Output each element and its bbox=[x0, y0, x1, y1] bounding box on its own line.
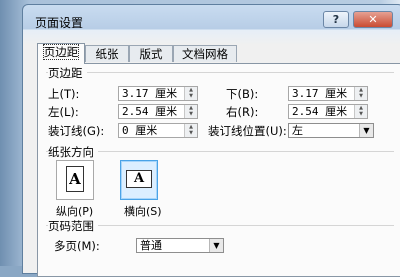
landscape-option[interactable]: A bbox=[120, 160, 158, 200]
left-margin-spinner[interactable]: 2.54 厘米 ▲ ▼ bbox=[118, 104, 198, 119]
gutter-spinner[interactable]: 0 厘米 ▲ ▼ bbox=[118, 123, 198, 138]
spin-down-icon[interactable]: ▼ bbox=[355, 111, 367, 117]
bottom-margin-label: 下(B): bbox=[226, 87, 259, 101]
page-setup-dialog: 页面设置 ? ✕ 页边距 纸张 版式 文档网格 页边距 上(T): 3.17 厘… bbox=[22, 4, 400, 277]
landscape-label: 横向(S) bbox=[124, 205, 162, 218]
margins-section-label: 页边距 bbox=[48, 65, 87, 81]
top-margin-stepper[interactable]: ▲ ▼ bbox=[184, 87, 197, 100]
tab-margins[interactable]: 页边距 bbox=[37, 43, 85, 64]
orientation-separator bbox=[46, 151, 394, 152]
chevron-down-icon[interactable]: ▼ bbox=[209, 239, 223, 252]
landscape-page-icon: A bbox=[126, 170, 152, 188]
left-margin-label: 左(L): bbox=[48, 105, 79, 119]
tab-document-grid-label: 文档网格 bbox=[182, 47, 228, 61]
tab-document-grid[interactable]: 文档网格 bbox=[173, 45, 237, 62]
gutter-position-value: 左 bbox=[292, 124, 303, 137]
help-button[interactable]: ? bbox=[323, 11, 349, 28]
bottom-margin-value: 3.17 厘米 bbox=[292, 87, 348, 100]
spin-down-icon[interactable]: ▼ bbox=[355, 93, 367, 99]
portrait-label: 纵向(P) bbox=[56, 205, 94, 218]
left-margin-value: 2.54 厘米 bbox=[122, 105, 178, 118]
right-margin-value: 2.54 厘米 bbox=[292, 105, 348, 118]
gutter-value: 0 厘米 bbox=[122, 124, 158, 137]
bottom-margin-spinner[interactable]: 3.17 厘米 ▲ ▼ bbox=[288, 86, 368, 101]
left-margin-stepper[interactable]: ▲ ▼ bbox=[184, 105, 197, 118]
margins-separator bbox=[46, 72, 394, 73]
dialog-title: 页面设置 bbox=[35, 16, 84, 30]
tab-layout-label: 版式 bbox=[139, 47, 163, 61]
margins-panel: 页边距 上(T): 3.17 厘米 ▲ ▼ 下(B): 3.17 厘米 ▲ ▼ 左(… bbox=[37, 63, 400, 277]
multiple-pages-label: 多页(M): bbox=[54, 239, 100, 253]
gutter-stepper[interactable]: ▲ ▼ bbox=[184, 124, 197, 137]
spin-down-icon[interactable]: ▼ bbox=[185, 130, 197, 136]
pages-separator bbox=[46, 225, 394, 226]
chevron-down-icon[interactable]: ▼ bbox=[359, 124, 373, 137]
orientation-section-label: 纸张方向 bbox=[48, 144, 98, 160]
spin-down-icon[interactable]: ▼ bbox=[185, 111, 197, 117]
tab-paper-label: 纸张 bbox=[95, 47, 119, 61]
multiple-pages-value: 普通 bbox=[140, 239, 162, 252]
gutter-position-label: 装订线位置(U): bbox=[208, 124, 287, 138]
pages-section-label: 页码范围 bbox=[48, 218, 98, 234]
close-button[interactable]: ✕ bbox=[353, 11, 393, 28]
gutter-position-select[interactable]: 左 ▼ bbox=[288, 123, 374, 138]
gutter-label: 装订线(G): bbox=[48, 124, 105, 138]
bottom-margin-stepper[interactable]: ▲ ▼ bbox=[354, 87, 367, 100]
spin-down-icon[interactable]: ▼ bbox=[185, 93, 197, 99]
tab-margins-label: 页边距 bbox=[42, 44, 80, 60]
tab-paper[interactable]: 纸张 bbox=[85, 45, 129, 62]
top-margin-spinner[interactable]: 3.17 厘米 ▲ ▼ bbox=[118, 86, 198, 101]
portrait-page-icon: A bbox=[66, 166, 84, 192]
portrait-option[interactable]: A bbox=[56, 160, 94, 200]
multiple-pages-select[interactable]: 普通 ▼ bbox=[136, 238, 224, 253]
right-margin-label: 右(R): bbox=[226, 105, 259, 119]
tab-layout[interactable]: 版式 bbox=[129, 45, 173, 62]
top-margin-value: 3.17 厘米 bbox=[122, 87, 178, 100]
right-margin-spinner[interactable]: 2.54 厘米 ▲ ▼ bbox=[288, 104, 368, 119]
top-margin-label: 上(T): bbox=[48, 87, 80, 101]
right-margin-stepper[interactable]: ▲ ▼ bbox=[354, 105, 367, 118]
